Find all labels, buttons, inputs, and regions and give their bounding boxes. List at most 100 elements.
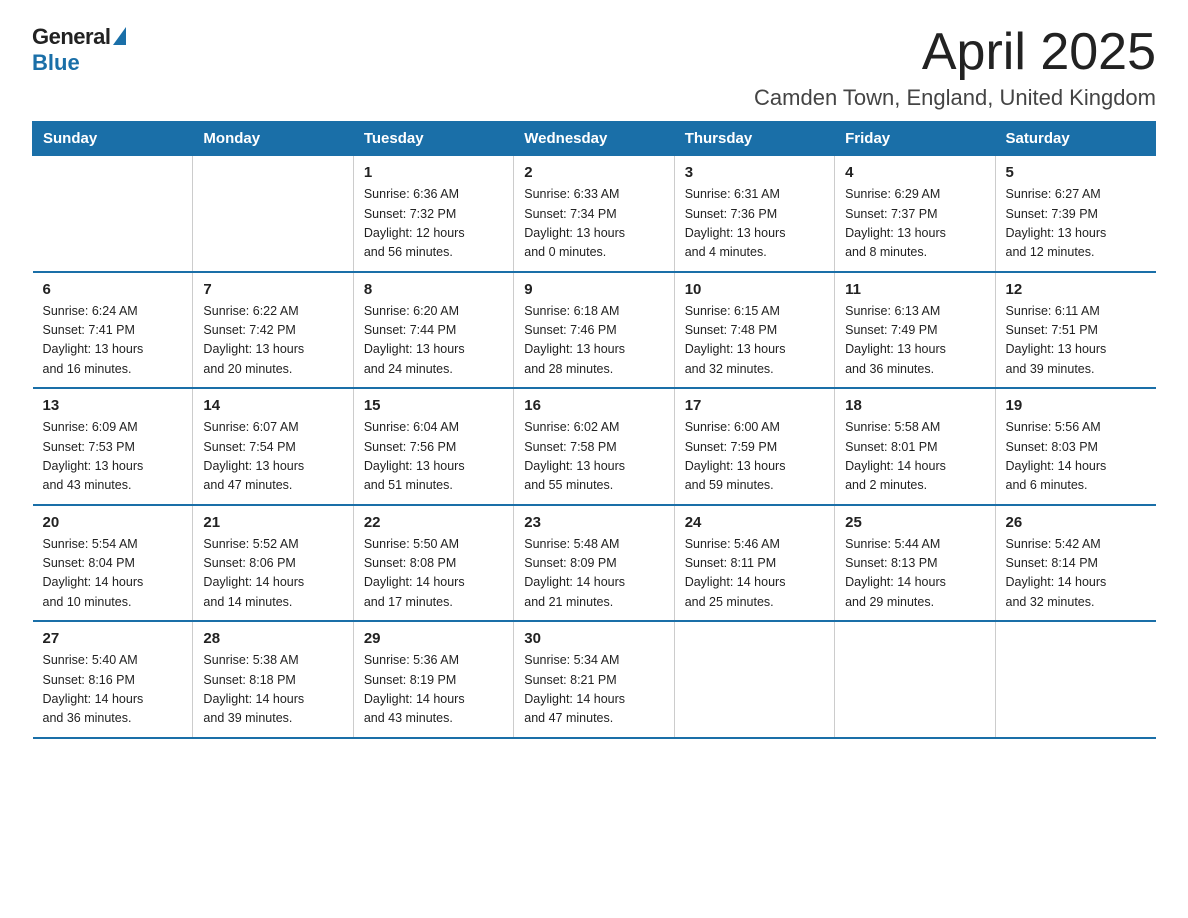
logo-blue-text: Blue: [32, 50, 80, 76]
calendar-table: SundayMondayTuesdayWednesdayThursdayFrid…: [32, 121, 1156, 739]
day-info: Sunrise: 6:09 AMSunset: 7:53 PMDaylight:…: [43, 418, 183, 496]
calendar-cell: 17 Sunrise: 6:00 AMSunset: 7:59 PMDayligh…: [674, 388, 834, 505]
day-info: Sunrise: 6:02 AMSunset: 7:58 PMDaylight:…: [524, 418, 663, 496]
day-info: Sunrise: 5:40 AMSunset: 8:16 PMDaylight:…: [43, 651, 183, 729]
day-number: 25: [845, 514, 984, 531]
weekday-header-row: SundayMondayTuesdayWednesdayThursdayFrid…: [33, 122, 1156, 156]
calendar-cell: 1 Sunrise: 6:36 AMSunset: 7:32 PMDaylight…: [353, 156, 513, 272]
day-info: Sunrise: 6:11 AMSunset: 7:51 PMDaylight:…: [1006, 302, 1146, 380]
day-number: 11: [845, 281, 984, 298]
weekday-header-friday: Friday: [835, 122, 995, 156]
calendar-cell: 27 Sunrise: 5:40 AMSunset: 8:16 PMDayligh…: [33, 621, 193, 738]
day-number: 23: [524, 514, 663, 531]
logo-triangle-icon: [113, 27, 126, 45]
weekday-header-tuesday: Tuesday: [353, 122, 513, 156]
day-info: Sunrise: 6:36 AMSunset: 7:32 PMDaylight:…: [364, 185, 503, 263]
day-info: Sunrise: 5:56 AMSunset: 8:03 PMDaylight:…: [1006, 418, 1146, 496]
day-number: 30: [524, 630, 663, 647]
day-number: 16: [524, 397, 663, 414]
day-number: 29: [364, 630, 503, 647]
calendar-cell: 11 Sunrise: 6:13 AMSunset: 7:49 PMDayligh…: [835, 272, 995, 389]
calendar-cell: 16 Sunrise: 6:02 AMSunset: 7:58 PMDayligh…: [514, 388, 674, 505]
calendar-cell: [674, 621, 834, 738]
day-number: 1: [364, 164, 503, 181]
calendar-cell: 24Sunrise: 5:46 AMSunset: 8:11 PMDayligh…: [674, 505, 834, 622]
day-info: Sunrise: 5:54 AMSunset: 8:04 PMDaylight:…: [43, 535, 183, 613]
day-number: 8: [364, 281, 503, 298]
day-info: Sunrise: 6:15 AMSunset: 7:48 PMDaylight:…: [685, 302, 824, 380]
day-number: 26: [1006, 514, 1146, 531]
day-number: 9: [524, 281, 663, 298]
day-info: Sunrise: 6:20 AMSunset: 7:44 PMDaylight:…: [364, 302, 503, 380]
day-info: Sunrise: 5:44 AMSunset: 8:13 PMDaylight:…: [845, 535, 984, 613]
day-number: 7: [203, 281, 342, 298]
calendar-cell: 22Sunrise: 5:50 AMSunset: 8:08 PMDayligh…: [353, 505, 513, 622]
day-number: 14: [203, 397, 342, 414]
calendar-week-row: 6 Sunrise: 6:24 AMSunset: 7:41 PMDaylight…: [33, 272, 1156, 389]
day-number: 10: [685, 281, 824, 298]
day-number: 3: [685, 164, 824, 181]
calendar-week-row: 27 Sunrise: 5:40 AMSunset: 8:16 PMDayligh…: [33, 621, 1156, 738]
calendar-cell: 18 Sunrise: 5:58 AMSunset: 8:01 PMDayligh…: [835, 388, 995, 505]
day-number: 4: [845, 164, 984, 181]
month-title: April 2025: [754, 24, 1156, 81]
day-info: Sunrise: 6:24 AMSunset: 7:41 PMDaylight:…: [43, 302, 183, 380]
calendar-cell: 19 Sunrise: 5:56 AMSunset: 8:03 PMDayligh…: [995, 388, 1155, 505]
calendar-cell: 8 Sunrise: 6:20 AMSunset: 7:44 PMDaylight…: [353, 272, 513, 389]
calendar-cell: [193, 156, 353, 272]
day-info: Sunrise: 5:48 AMSunset: 8:09 PMDaylight:…: [524, 535, 663, 613]
weekday-header-thursday: Thursday: [674, 122, 834, 156]
calendar-cell: 20 Sunrise: 5:54 AMSunset: 8:04 PMDayligh…: [33, 505, 193, 622]
day-number: 27: [43, 630, 183, 647]
day-number: 15: [364, 397, 503, 414]
calendar-cell: 29Sunrise: 5:36 AMSunset: 8:19 PMDayligh…: [353, 621, 513, 738]
day-info: Sunrise: 6:13 AMSunset: 7:49 PMDaylight:…: [845, 302, 984, 380]
day-number: 17: [685, 397, 824, 414]
calendar-cell: 6 Sunrise: 6:24 AMSunset: 7:41 PMDaylight…: [33, 272, 193, 389]
day-info: Sunrise: 5:58 AMSunset: 8:01 PMDaylight:…: [845, 418, 984, 496]
day-number: 19: [1006, 397, 1146, 414]
day-info: Sunrise: 6:33 AMSunset: 7:34 PMDaylight:…: [524, 185, 663, 263]
calendar-cell: 13 Sunrise: 6:09 AMSunset: 7:53 PMDayligh…: [33, 388, 193, 505]
day-number: 21: [203, 514, 342, 531]
calendar-body: 1 Sunrise: 6:36 AMSunset: 7:32 PMDaylight…: [33, 156, 1156, 738]
day-info: Sunrise: 5:42 AMSunset: 8:14 PMDaylight:…: [1006, 535, 1146, 613]
day-number: 20: [43, 514, 183, 531]
day-number: 6: [43, 281, 183, 298]
calendar-cell: 25 Sunrise: 5:44 AMSunset: 8:13 PMDayligh…: [835, 505, 995, 622]
day-number: 5: [1006, 164, 1146, 181]
calendar-cell: 12 Sunrise: 6:11 AMSunset: 7:51 PMDayligh…: [995, 272, 1155, 389]
calendar-cell: 21 Sunrise: 5:52 AMSunset: 8:06 PMDayligh…: [193, 505, 353, 622]
calendar-cell: 5Sunrise: 6:27 AMSunset: 7:39 PMDaylight…: [995, 156, 1155, 272]
day-info: Sunrise: 5:38 AMSunset: 8:18 PMDaylight:…: [203, 651, 342, 729]
weekday-header-wednesday: Wednesday: [514, 122, 674, 156]
logo-general-text: General: [32, 24, 110, 50]
calendar-week-row: 20 Sunrise: 5:54 AMSunset: 8:04 PMDayligh…: [33, 505, 1156, 622]
weekday-header-monday: Monday: [193, 122, 353, 156]
day-number: 22: [364, 514, 503, 531]
page-header: General Blue April 2025 Camden Town, Eng…: [32, 24, 1156, 111]
day-info: Sunrise: 6:18 AMSunset: 7:46 PMDaylight:…: [524, 302, 663, 380]
day-number: 13: [43, 397, 183, 414]
title-section: April 2025 Camden Town, England, United …: [754, 24, 1156, 111]
calendar-cell: 7Sunrise: 6:22 AMSunset: 7:42 PMDaylight…: [193, 272, 353, 389]
calendar-cell: [835, 621, 995, 738]
calendar-cell: [995, 621, 1155, 738]
day-info: Sunrise: 5:34 AMSunset: 8:21 PMDaylight:…: [524, 651, 663, 729]
day-info: Sunrise: 5:52 AMSunset: 8:06 PMDaylight:…: [203, 535, 342, 613]
calendar-cell: 28Sunrise: 5:38 AMSunset: 8:18 PMDayligh…: [193, 621, 353, 738]
logo: General Blue: [32, 24, 126, 76]
calendar-week-row: 1 Sunrise: 6:36 AMSunset: 7:32 PMDaylight…: [33, 156, 1156, 272]
weekday-header-saturday: Saturday: [995, 122, 1155, 156]
day-info: Sunrise: 6:29 AMSunset: 7:37 PMDaylight:…: [845, 185, 984, 263]
calendar-cell: 10 Sunrise: 6:15 AMSunset: 7:48 PMDayligh…: [674, 272, 834, 389]
day-info: Sunrise: 6:31 AMSunset: 7:36 PMDaylight:…: [685, 185, 824, 263]
day-info: Sunrise: 6:07 AMSunset: 7:54 PMDaylight:…: [203, 418, 342, 496]
day-number: 2: [524, 164, 663, 181]
day-number: 12: [1006, 281, 1146, 298]
calendar-cell: 9 Sunrise: 6:18 AMSunset: 7:46 PMDaylight…: [514, 272, 674, 389]
day-info: Sunrise: 6:04 AMSunset: 7:56 PMDaylight:…: [364, 418, 503, 496]
day-number: 18: [845, 397, 984, 414]
day-info: Sunrise: 5:46 AMSunset: 8:11 PMDaylight:…: [685, 535, 824, 613]
day-info: Sunrise: 6:00 AMSunset: 7:59 PMDaylight:…: [685, 418, 824, 496]
